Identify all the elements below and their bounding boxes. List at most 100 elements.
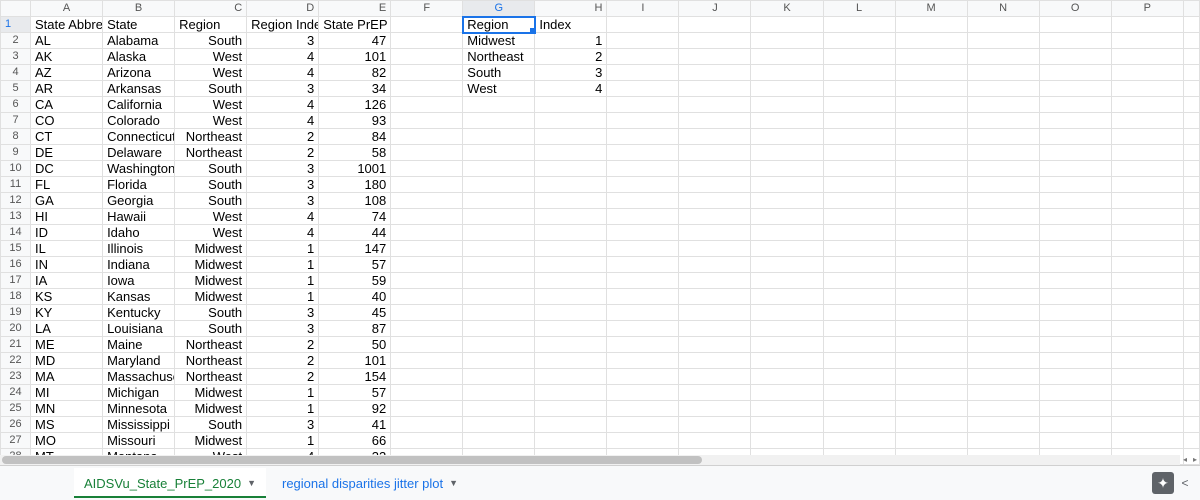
cell-B6[interactable]: California [103, 97, 175, 113]
row-header-11[interactable]: 11 [1, 177, 31, 193]
cell-J16[interactable] [679, 257, 751, 273]
cell-E21[interactable]: 50 [319, 337, 391, 353]
cell-I12[interactable] [607, 193, 679, 209]
cell-P26[interactable] [1111, 417, 1183, 433]
cell-E10[interactable]: 1001 [319, 161, 391, 177]
horizontal-scrollbar-track[interactable] [0, 455, 1180, 465]
cell-L7[interactable] [823, 113, 895, 129]
cell-J24[interactable] [679, 385, 751, 401]
cell-C20[interactable]: South [175, 321, 247, 337]
cell-B22[interactable]: Maryland [103, 353, 175, 369]
cell-L17[interactable] [823, 273, 895, 289]
cell-K25[interactable] [751, 401, 823, 417]
row-header-17[interactable]: 17 [1, 273, 31, 289]
cell-D9[interactable]: 2 [247, 145, 319, 161]
cell-B4[interactable]: Arizona [103, 65, 175, 81]
cell-H25[interactable] [535, 401, 607, 417]
cell-O14[interactable] [1039, 225, 1111, 241]
cell-F9[interactable] [391, 145, 463, 161]
cell-O2[interactable] [1039, 33, 1111, 49]
cell-H21[interactable] [535, 337, 607, 353]
cell-G15[interactable] [463, 241, 535, 257]
cell-O6[interactable] [1039, 97, 1111, 113]
cell-M2[interactable] [895, 33, 967, 49]
cell-H6[interactable] [535, 97, 607, 113]
cell-H26[interactable] [535, 417, 607, 433]
horizontal-scrollbar-thumb[interactable] [2, 456, 702, 464]
cell-D19[interactable]: 3 [247, 305, 319, 321]
cell-O23[interactable] [1039, 369, 1111, 385]
cell-H13[interactable] [535, 209, 607, 225]
cell-A23[interactable]: MA [31, 369, 103, 385]
cell-K3[interactable] [751, 49, 823, 65]
cell-D1[interactable]: Region Index [247, 17, 319, 33]
cell-M14[interactable] [895, 225, 967, 241]
cell-D23[interactable]: 2 [247, 369, 319, 385]
cell-H5[interactable]: 4 [535, 81, 607, 97]
cell-A4[interactable]: AZ [31, 65, 103, 81]
cell-C15[interactable]: Midwest [175, 241, 247, 257]
cell-E8[interactable]: 84 [319, 129, 391, 145]
cell-G18[interactable] [463, 289, 535, 305]
cell-P2[interactable] [1111, 33, 1183, 49]
cell-C7[interactable]: West [175, 113, 247, 129]
cell-H4[interactable]: 3 [535, 65, 607, 81]
cell-A20[interactable]: LA [31, 321, 103, 337]
cell-L10[interactable] [823, 161, 895, 177]
cell-O7[interactable] [1039, 113, 1111, 129]
cell-P21[interactable] [1111, 337, 1183, 353]
cell-F23[interactable] [391, 369, 463, 385]
cell-C5[interactable]: South [175, 81, 247, 97]
row-header-23[interactable]: 23 [1, 369, 31, 385]
explore-button[interactable]: ✦ [1152, 472, 1174, 494]
cell-B8[interactable]: Connecticut [103, 129, 175, 145]
cell-L23[interactable] [823, 369, 895, 385]
column-header-J[interactable]: J [679, 1, 751, 17]
cell-F15[interactable] [391, 241, 463, 257]
cell-P8[interactable] [1111, 129, 1183, 145]
cell-L20[interactable] [823, 321, 895, 337]
cell-P15[interactable] [1111, 241, 1183, 257]
cell-I21[interactable] [607, 337, 679, 353]
cell-I10[interactable] [607, 161, 679, 177]
cell-A21[interactable]: ME [31, 337, 103, 353]
cell-B17[interactable]: Iowa [103, 273, 175, 289]
cell-A17[interactable]: IA [31, 273, 103, 289]
cell-L15[interactable] [823, 241, 895, 257]
cell-A9[interactable]: DE [31, 145, 103, 161]
cell-M12[interactable] [895, 193, 967, 209]
cell-O1[interactable] [1039, 17, 1111, 33]
cell-K10[interactable] [751, 161, 823, 177]
cell-L21[interactable] [823, 337, 895, 353]
cell-M26[interactable] [895, 417, 967, 433]
cell-F22[interactable] [391, 353, 463, 369]
cell-A3[interactable]: AK [31, 49, 103, 65]
cell-E19[interactable]: 45 [319, 305, 391, 321]
row-header-13[interactable]: 13 [1, 209, 31, 225]
column-header-E[interactable]: E [319, 1, 391, 17]
cell-D3[interactable]: 4 [247, 49, 319, 65]
cell-F11[interactable] [391, 177, 463, 193]
cell-B19[interactable]: Kentucky [103, 305, 175, 321]
cell-B25[interactable]: Minnesota [103, 401, 175, 417]
cell-N23[interactable] [967, 369, 1039, 385]
row-header-25[interactable]: 25 [1, 401, 31, 417]
cell-C10[interactable]: South [175, 161, 247, 177]
cell-J3[interactable] [679, 49, 751, 65]
cell-O11[interactable] [1039, 177, 1111, 193]
cell-G8[interactable] [463, 129, 535, 145]
cell-E3[interactable]: 101 [319, 49, 391, 65]
cell-H27[interactable] [535, 433, 607, 449]
cell-N20[interactable] [967, 321, 1039, 337]
cell-A5[interactable]: AR [31, 81, 103, 97]
cell-I25[interactable] [607, 401, 679, 417]
cell-C16[interactable]: Midwest [175, 257, 247, 273]
cell-O4[interactable] [1039, 65, 1111, 81]
cell-O10[interactable] [1039, 161, 1111, 177]
cell-K22[interactable] [751, 353, 823, 369]
cell-K16[interactable] [751, 257, 823, 273]
cell-P20[interactable] [1111, 321, 1183, 337]
cell-K7[interactable] [751, 113, 823, 129]
cell-A1[interactable]: State Abbreviation [31, 17, 103, 33]
cell-G20[interactable] [463, 321, 535, 337]
